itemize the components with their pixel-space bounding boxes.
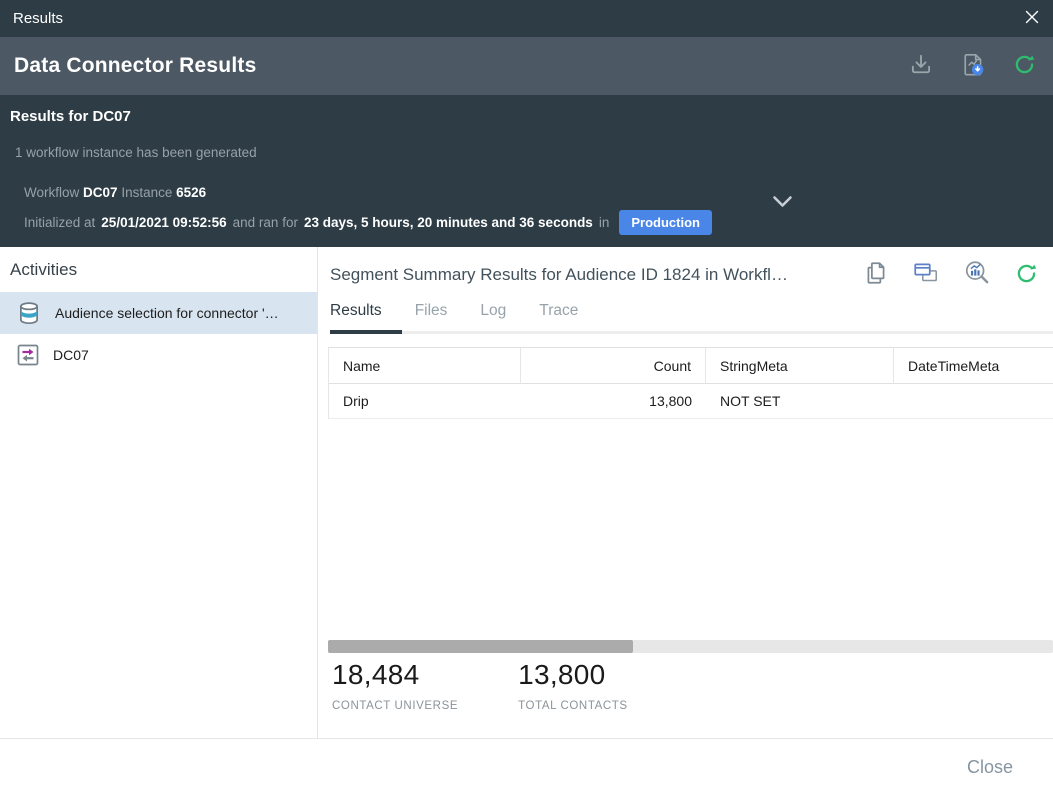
expand-workflow-button[interactable]	[772, 195, 793, 211]
report-schedule-icon	[959, 51, 987, 82]
initialized-label: Initialized at	[24, 215, 95, 230]
dialog-titlebar: Results	[0, 0, 1053, 37]
table-row[interactable]: Drip 13,800 NOT SET	[329, 384, 1053, 419]
results-for-heading: Results for DC07	[10, 108, 131, 125]
copy-icon	[863, 260, 889, 289]
close-dialog-button[interactable]: Close	[967, 757, 1013, 778]
summary-stats: 18,484 CONTACT UNIVERSE 13,800 TOTAL CON…	[332, 659, 628, 712]
segment-panel-title: Segment Summary Results for Audience ID …	[330, 265, 863, 285]
report-schedule-button[interactable]	[959, 51, 987, 82]
tab-trace[interactable]: Trace	[539, 300, 578, 334]
inspect-results-icon	[963, 259, 991, 290]
initialized-line: Initialized at 25/01/2021 09:52:56 and r…	[24, 210, 712, 235]
table-header-row: Name Count StringMeta DateTimeMeta	[329, 348, 1053, 384]
dialog-footer: Close	[0, 738, 1053, 795]
chevron-down-icon	[772, 196, 793, 211]
download-icon	[908, 52, 934, 81]
sidebar-item-label: Audience selection for connector '…	[55, 305, 279, 321]
initialized-datetime: 25/01/2021 09:52:56	[101, 215, 226, 230]
contact-universe-label: CONTACT UNIVERSE	[332, 700, 458, 712]
column-header-stringmeta: StringMeta	[706, 348, 894, 384]
horizontal-scrollbar[interactable]	[328, 640, 1053, 653]
cell-stringmeta: NOT SET	[706, 384, 894, 419]
refresh-button[interactable]	[1012, 52, 1037, 80]
column-header-count: Count	[521, 348, 706, 384]
connector-icon	[16, 343, 40, 367]
total-contacts-value: 13,800	[518, 659, 628, 691]
cell-name: Drip	[329, 384, 521, 419]
activities-heading: Activities	[10, 260, 317, 280]
in-label: in	[599, 215, 610, 230]
panel-header-bar: Data Connector Results	[0, 37, 1053, 95]
workflow-name: DC07	[83, 185, 118, 200]
sidebar-item-audience-selection[interactable]: Audience selection for connector '…	[0, 292, 317, 334]
dialog-title: Results	[13, 10, 63, 27]
column-header-datetimemeta: DateTimeMeta	[894, 348, 1053, 384]
segment-panel-header: Segment Summary Results for Audience ID …	[330, 259, 1039, 290]
results-table: Name Count StringMeta DateTimeMeta Drip …	[328, 347, 1053, 640]
duplicate-view-button[interactable]	[912, 260, 940, 289]
cell-count: 13,800	[521, 384, 706, 419]
close-icon	[1024, 9, 1040, 28]
sidebar-item-label: DC07	[53, 347, 89, 363]
contact-universe-value: 18,484	[332, 659, 458, 691]
inspect-results-button[interactable]	[963, 259, 991, 290]
run-duration: 23 days, 5 hours, 20 minutes and 36 seco…	[304, 215, 593, 230]
refresh-results-button[interactable]	[1014, 261, 1039, 289]
instance-label: Instance	[121, 185, 172, 200]
generated-note: 1 workflow instance has been generated	[15, 145, 257, 160]
workflow-summary-section: Results for DC07 1 workflow instance has…	[0, 95, 1053, 247]
download-button[interactable]	[908, 52, 934, 81]
environment-badge: Production	[619, 210, 712, 235]
tab-results[interactable]: Results	[330, 300, 382, 334]
close-button[interactable]	[1024, 9, 1040, 28]
contact-universe-stat: 18,484 CONTACT UNIVERSE	[332, 659, 458, 712]
tab-files[interactable]: Files	[415, 300, 448, 334]
total-contacts-stat: 13,800 TOTAL CONTACTS	[518, 659, 628, 712]
ran-for-label: and ran for	[233, 215, 298, 230]
column-header-name: Name	[329, 348, 521, 384]
sidebar-item-dc07[interactable]: DC07	[0, 334, 317, 376]
instance-id: 6526	[176, 185, 206, 200]
duplicate-view-icon	[912, 260, 940, 289]
database-icon	[16, 300, 42, 326]
workflow-label: Workflow	[24, 185, 79, 200]
tab-log[interactable]: Log	[480, 300, 506, 334]
activities-sidebar: Activities Audience selection for connec…	[0, 247, 318, 738]
cell-datetimemeta	[894, 384, 1053, 419]
results-tabs: Results Files Log Trace	[330, 300, 1053, 334]
scrollbar-thumb[interactable]	[328, 640, 633, 653]
total-contacts-label: TOTAL CONTACTS	[518, 700, 628, 712]
page-title: Data Connector Results	[14, 54, 908, 78]
refresh-icon	[1012, 52, 1037, 80]
refresh-icon	[1014, 261, 1039, 289]
segment-results-panel: Segment Summary Results for Audience ID …	[319, 247, 1053, 738]
workflow-instance-line: Workflow DC07 Instance 6526	[24, 185, 206, 200]
copy-results-button[interactable]	[863, 260, 889, 289]
results-dialog: Results Data Connector Results	[0, 0, 1053, 795]
